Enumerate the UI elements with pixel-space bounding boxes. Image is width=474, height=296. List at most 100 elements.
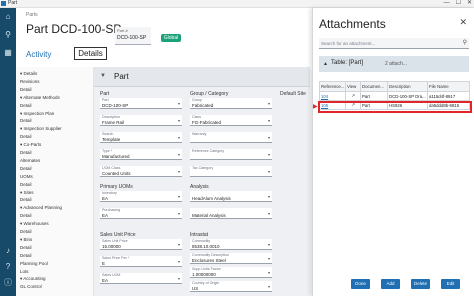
open-external-icon[interactable]: ↗ bbox=[345, 91, 361, 101]
form-field[interactable]: Purchasing EA ▾ bbox=[100, 208, 182, 219]
tree-item[interactable]: ▾ Bins bbox=[20, 237, 32, 243]
chevron-down-icon[interactable]: ▾ bbox=[268, 152, 270, 157]
form-field[interactable]: UOM Class Counted Units ▾ bbox=[100, 166, 182, 177]
form-field[interactable]: Class FG-Fabricated ▾ bbox=[190, 115, 272, 126]
tree-item[interactable]: Detail bbox=[20, 245, 32, 250]
chevron-down-icon[interactable]: ▾ bbox=[178, 276, 180, 281]
reference-link[interactable]: 104 bbox=[319, 91, 346, 101]
form-field[interactable]: Description Frame Rail ▾ bbox=[100, 115, 182, 126]
tab-activity[interactable]: Activity bbox=[26, 50, 51, 59]
form-field[interactable]: Search Template ▾ bbox=[100, 132, 182, 143]
chevron-down-icon[interactable]: ▾ bbox=[178, 194, 180, 199]
form-field[interactable]: Inventory EA ▾ bbox=[100, 191, 182, 202]
delete-button[interactable]: Delete bbox=[411, 279, 430, 289]
chevron-down-icon[interactable]: ▾ bbox=[268, 169, 270, 174]
tree-item[interactable]: Alternates bbox=[20, 158, 40, 163]
tree-item[interactable]: GL Control bbox=[20, 284, 42, 289]
add-button[interactable]: Add bbox=[381, 279, 400, 289]
form-field[interactable]: Sales UOM EA ▾ bbox=[100, 273, 182, 284]
chevron-down-icon[interactable]: ▾ bbox=[268, 101, 270, 106]
chevron-down-icon[interactable]: ▾ bbox=[178, 259, 180, 264]
search-icon[interactable]: ⚲ bbox=[463, 39, 467, 46]
form-field[interactable]: HeadAlum Analysis ▾ bbox=[190, 191, 272, 202]
form-field[interactable]: Tax Category ▾ bbox=[190, 166, 272, 177]
tree-item[interactable]: ▾ Warehouses bbox=[20, 221, 49, 227]
chevron-down-icon[interactable]: ▾ bbox=[178, 101, 180, 106]
chevron-down-icon[interactable]: ▾ bbox=[268, 284, 270, 289]
chevron-down-icon[interactable]: ▾ bbox=[178, 118, 180, 123]
chevron-down-icon[interactable]: ▾ bbox=[268, 211, 270, 216]
col-description[interactable]: Description bbox=[387, 81, 428, 92]
tree-item[interactable]: Revisions bbox=[20, 79, 40, 84]
form-field[interactable]: Group Fabricated ▾ bbox=[190, 98, 272, 109]
tree-item[interactable]: Detail bbox=[20, 103, 32, 108]
form-field[interactable]: Supp Units Factor 1.00000000 ▾ bbox=[190, 267, 272, 278]
form-field[interactable]: Part DCD-100-SP ▾ bbox=[100, 98, 182, 109]
tree-item[interactable]: Detail bbox=[20, 134, 32, 139]
info-icon[interactable]: ⓘ bbox=[3, 278, 13, 288]
chevron-up-icon[interactable]: ▲ bbox=[323, 61, 328, 67]
tree-item[interactable]: ▾ Details bbox=[20, 71, 37, 77]
form-field[interactable]: Sales Unit Price 15.00000 ▾ bbox=[100, 239, 182, 250]
form-field[interactable]: Commodity 8538.10.0010 ▾ bbox=[190, 239, 272, 250]
form-field[interactable]: Reference Category ▾ bbox=[190, 149, 272, 160]
tree-item[interactable]: UOMs bbox=[20, 174, 33, 179]
col-file-name[interactable]: File Name bbox=[427, 81, 470, 92]
breadcrumb[interactable]: Parts bbox=[26, 12, 38, 18]
close-icon[interactable]: ✕ bbox=[459, 17, 467, 28]
search-icon[interactable]: ⚲ bbox=[3, 30, 13, 40]
chevron-down-icon[interactable]: ▾ bbox=[268, 135, 270, 140]
form-field[interactable]: Warranty ▾ bbox=[190, 132, 272, 143]
grid-icon[interactable]: ▦ bbox=[3, 48, 13, 58]
part-number-field[interactable]: Part # DCD-100-SP bbox=[115, 27, 151, 45]
chevron-down-icon[interactable]: ▾ bbox=[178, 135, 180, 140]
tree-item[interactable]: Detail bbox=[20, 229, 32, 234]
tree-item[interactable]: ▾ Co-Parts bbox=[20, 142, 41, 148]
bell-icon[interactable]: ♪ bbox=[3, 246, 13, 256]
col-document[interactable]: Documen... bbox=[360, 81, 388, 92]
chevron-down-icon[interactable]: ▾ bbox=[178, 242, 180, 247]
minimize-icon[interactable]: — bbox=[444, 0, 450, 8]
tree-item[interactable]: Detail bbox=[20, 166, 32, 171]
close-window-icon[interactable]: ✕ bbox=[467, 0, 472, 8]
tree-item[interactable]: Detail bbox=[20, 182, 32, 187]
tree-item[interactable]: Detail bbox=[20, 213, 32, 218]
table-group-header[interactable]: ▲ Table: [Part] 2 attach... bbox=[319, 56, 469, 72]
form-field[interactable]: Commodity Description Enclosures Steel ▾ bbox=[190, 253, 272, 264]
chevron-down-icon[interactable]: ▾ bbox=[178, 152, 180, 157]
form-field[interactable]: Country of Origin US ▾ bbox=[190, 281, 272, 292]
tree-item[interactable]: Lots bbox=[20, 269, 29, 274]
tree-item[interactable]: Planning Pool bbox=[20, 261, 48, 266]
chevron-down-icon[interactable]: ▾ bbox=[268, 194, 270, 199]
home-icon[interactable]: ⌂ bbox=[3, 12, 13, 22]
tab-details[interactable]: Details bbox=[74, 47, 107, 60]
chevron-down-icon[interactable]: ▾ bbox=[178, 211, 180, 216]
tree-item[interactable]: ▾ Inspection Supplier bbox=[20, 126, 62, 132]
form-field[interactable]: Sales Price Per * E ▾ bbox=[100, 256, 182, 267]
table-row[interactable]: 104 ↗ Part DCD-100-SP Dra... a115d4f-891… bbox=[319, 91, 470, 101]
panel-header[interactable]: ▼ Part bbox=[94, 67, 310, 87]
done-button[interactable]: Done bbox=[351, 279, 370, 289]
chevron-down-icon[interactable]: ▾ bbox=[268, 256, 270, 261]
help-icon[interactable]: ? bbox=[3, 262, 13, 272]
tree-item[interactable]: ▾ Accounting bbox=[20, 276, 46, 282]
tree-item[interactable]: Detail bbox=[20, 197, 32, 202]
tree-item[interactable]: Detail bbox=[20, 253, 32, 258]
tree-item[interactable]: ▾ Alternate Methods bbox=[20, 95, 60, 101]
tree-item[interactable]: ▾ Inspection Plan bbox=[20, 111, 54, 117]
chevron-down-icon[interactable]: ▾ bbox=[178, 169, 180, 174]
tree-item[interactable]: Detail bbox=[20, 87, 32, 92]
chevron-down-icon[interactable]: ▼ bbox=[100, 73, 106, 79]
edit-button[interactable]: Edit bbox=[441, 279, 460, 289]
tree-item[interactable]: Detail bbox=[20, 150, 32, 155]
tree-item[interactable]: Detail bbox=[20, 118, 32, 123]
maximize-icon[interactable]: ☐ bbox=[456, 0, 461, 8]
tree-item[interactable]: ▾ Advanced Planning bbox=[20, 205, 62, 211]
tree-item[interactable]: ▾ Sites bbox=[20, 190, 34, 196]
col-reference[interactable]: Reference... bbox=[319, 81, 346, 92]
chevron-down-icon[interactable]: ▾ bbox=[268, 242, 270, 247]
col-view[interactable]: View bbox=[345, 81, 361, 92]
form-field[interactable]: Type * Manufactured ▾ bbox=[100, 149, 182, 160]
search-input[interactable] bbox=[319, 38, 459, 48]
chevron-down-icon[interactable]: ▾ bbox=[268, 118, 270, 123]
